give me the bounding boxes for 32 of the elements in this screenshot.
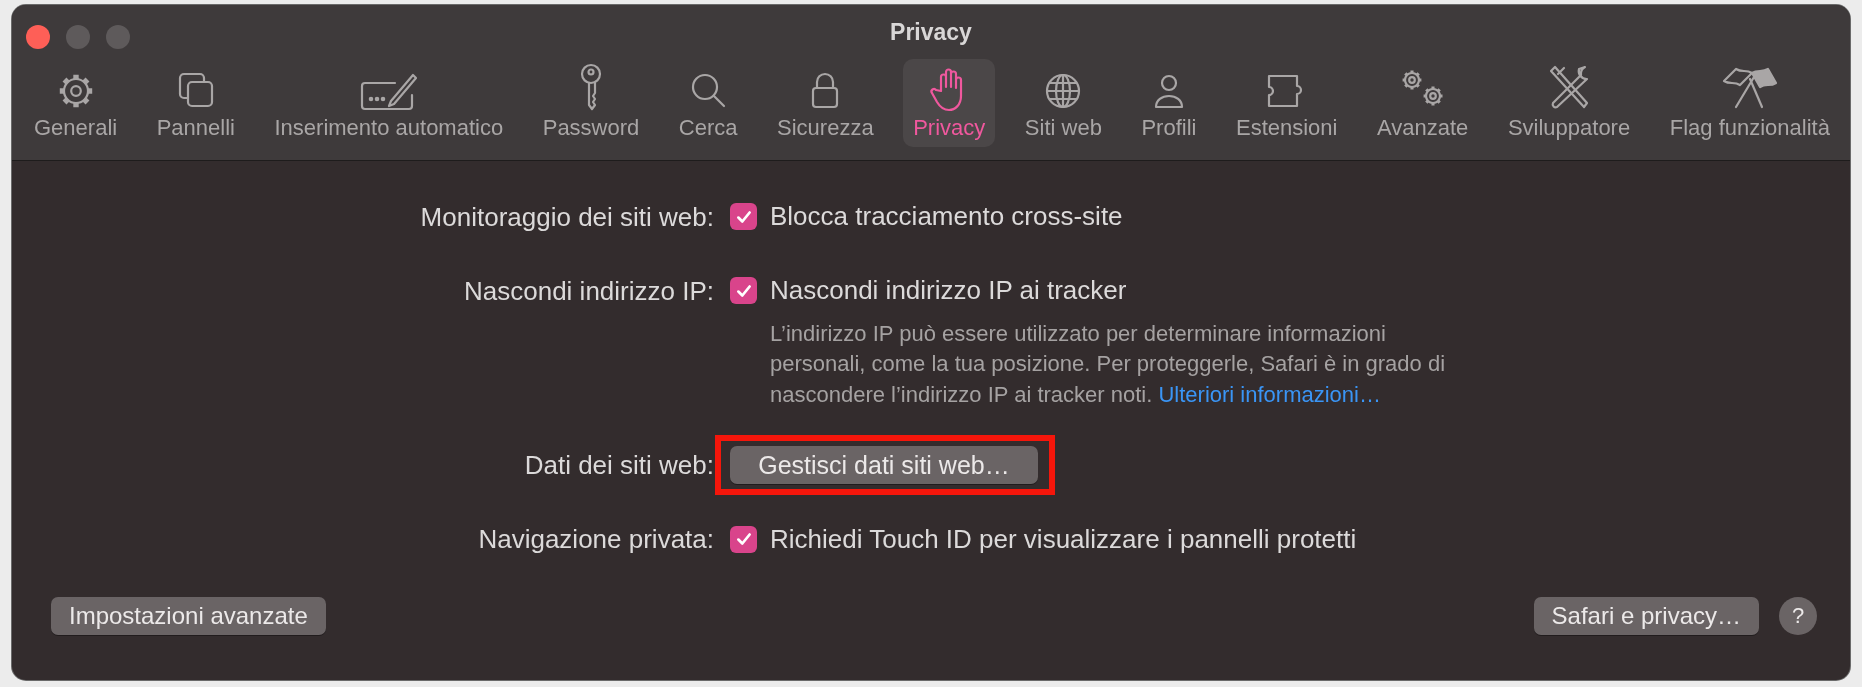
toolbar-tab[interactable]: Sviluppatore	[1497, 59, 1641, 147]
toolbar-tab[interactable]: Inserimento automatico	[264, 59, 514, 147]
toolbar-tab[interactable]: Cerca	[668, 59, 748, 147]
window-title: Privacy	[890, 18, 972, 46]
help-button[interactable]: ?	[1779, 597, 1817, 635]
setting-label: Navigazione privata:	[477, 523, 715, 555]
toolbar-tab[interactable]: Generali	[24, 59, 128, 147]
toolbar-tab[interactable]: Avanzate	[1367, 59, 1479, 147]
setting-label: Dati dei siti web:	[523, 449, 715, 482]
checkbox-label: Nascondi indirizzo IP ai tracker	[770, 275, 1127, 306]
checkbox-label: Richiedi Touch ID per visualizzare i pannelli protetti	[770, 523, 1357, 555]
checkmark-icon	[734, 530, 753, 548]
close-button[interactable]	[26, 25, 50, 49]
toolbar-tab[interactable]: Siti web	[1014, 59, 1112, 147]
checkbox[interactable]	[730, 203, 757, 230]
checkbox[interactable]	[730, 277, 757, 304]
toolbar-tab[interactable]: Password	[532, 59, 650, 147]
safari-privacy-button[interactable]: Safari e privacy…	[1533, 597, 1759, 635]
toolbar-tab[interactable]: Estensioni	[1225, 59, 1348, 147]
setting-label: Nascondi indirizzo IP:	[463, 274, 715, 308]
checkbox-label: Blocca tracciamento cross-site	[770, 201, 1123, 232]
advanced-settings-button[interactable]: Impostazioni avanzate	[51, 597, 326, 635]
setting-label: Monitoraggio dei siti web:	[419, 200, 715, 233]
description-text: L’indirizzo IP può essere utilizzato per determinare informazioni personali, come la tua posizione. Per proteggerle, Safari è in grado di nascondere l’indirizzo IP ai tracker noti. Ulteriori informazioni…	[770, 319, 1447, 409]
more-info-link[interactable]: Ulteriori informazioni…	[1158, 381, 1381, 407]
toolbar-tab[interactable]: Privacy	[903, 59, 996, 147]
toolbar-tab[interactable]: Sicurezza	[767, 59, 884, 147]
toolbar-tab[interactable]: Profili	[1131, 59, 1207, 147]
toolbar-tab[interactable]: Flag funzionalità	[1659, 59, 1840, 147]
checkbox[interactable]	[730, 525, 757, 553]
manage-data-button[interactable]: Gestisci dati siti web…	[730, 446, 1038, 484]
toolbar-tab[interactable]: Pannelli	[146, 59, 245, 147]
